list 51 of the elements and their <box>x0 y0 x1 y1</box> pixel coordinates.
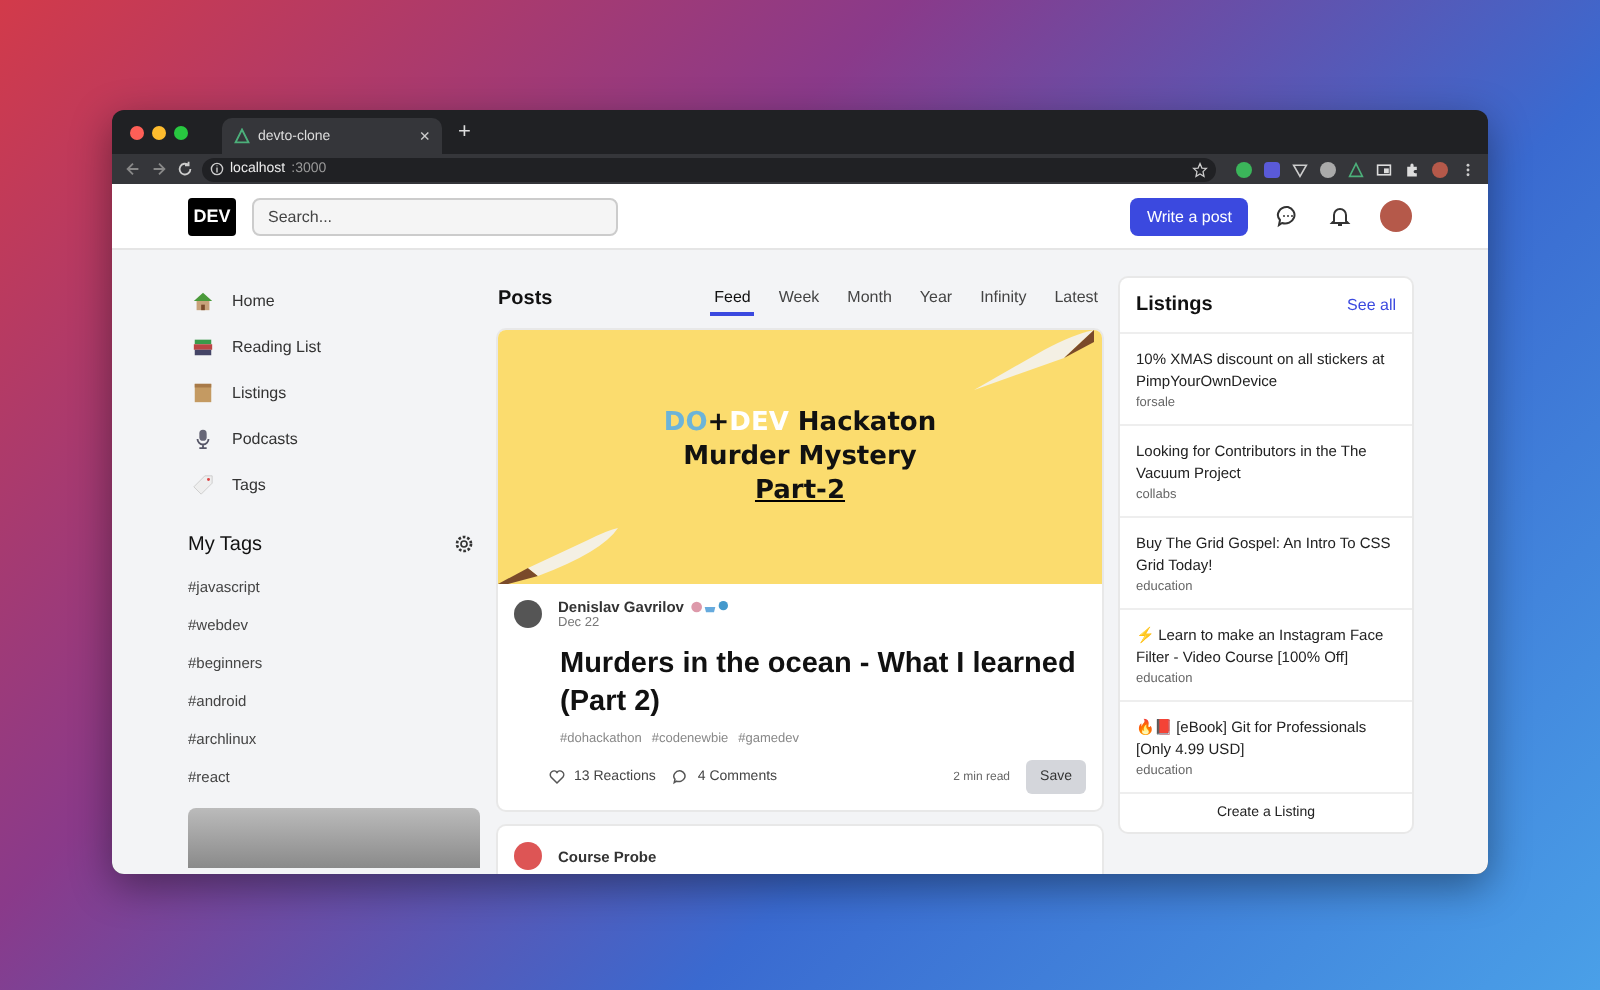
info-icon <box>210 162 224 176</box>
reload-icon[interactable] <box>176 160 194 178</box>
feed-tab[interactable]: Latest <box>1050 281 1102 315</box>
feed-tab[interactable]: Month <box>843 281 896 315</box>
dev-logo[interactable]: DEV <box>188 197 236 235</box>
see-all-link[interactable]: See all <box>1347 296 1396 314</box>
knife-icon <box>974 330 1094 390</box>
listings-title: Listings <box>1136 294 1213 316</box>
chat-icon <box>671 768 690 786</box>
emoji-icons <box>689 600 730 614</box>
feed-tab[interactable]: Feed <box>710 281 755 315</box>
author-avatar <box>514 842 542 870</box>
profile-avatar[interactable] <box>1432 161 1448 177</box>
sidebar-item[interactable]: Home <box>188 278 480 324</box>
posts-title: Posts <box>498 287 553 309</box>
puzzle-icon[interactable] <box>1404 161 1420 177</box>
tag-icon <box>192 474 214 496</box>
star-icon[interactable] <box>1192 161 1208 177</box>
close-window-button[interactable] <box>130 125 144 139</box>
sidebar-item[interactable]: Podcasts <box>188 416 480 462</box>
feed-tab[interactable]: Year <box>915 281 957 315</box>
banner-text: Part-2 <box>754 474 846 508</box>
house-icon <box>192 290 214 312</box>
author-avatar <box>514 600 542 628</box>
sidebar-item[interactable]: Listings <box>188 370 480 416</box>
box-icon <box>192 382 214 404</box>
search-field[interactable]: Search... <box>252 197 618 235</box>
sidebar-item[interactable]: Tags <box>188 462 480 508</box>
post-title[interactable]: Murders in the ocean - What I learned (Part 2) <box>560 646 1086 722</box>
section-title: My Tags <box>188 533 263 555</box>
new-tab-button[interactable]: + <box>458 120 471 144</box>
bell-icon[interactable] <box>1328 204 1352 228</box>
forward-icon[interactable] <box>150 160 168 178</box>
banner-text: Murder Mystery <box>683 440 917 474</box>
triangle-icon <box>234 128 250 144</box>
sidebar-item[interactable]: Reading List <box>188 324 480 370</box>
feed-tab[interactable]: Week <box>774 281 824 315</box>
maximize-window-button[interactable] <box>174 125 188 139</box>
books-icon <box>192 336 214 358</box>
chat-icon[interactable] <box>1276 204 1300 228</box>
back-icon[interactable] <box>124 160 142 178</box>
settings-icon[interactable] <box>454 534 474 554</box>
heart-icon <box>548 768 566 786</box>
minimize-window-button[interactable] <box>152 125 166 139</box>
close-tab-button[interactable]: × <box>419 126 430 146</box>
knife-icon <box>498 524 618 584</box>
feed-tab[interactable]: Infinity <box>976 281 1031 315</box>
user-avatar[interactable] <box>1380 200 1412 232</box>
microphone-icon <box>192 428 214 450</box>
banner-text: DO+DEV Hackaton <box>663 406 937 440</box>
write-post-button[interactable]: Write a post <box>1130 197 1248 235</box>
